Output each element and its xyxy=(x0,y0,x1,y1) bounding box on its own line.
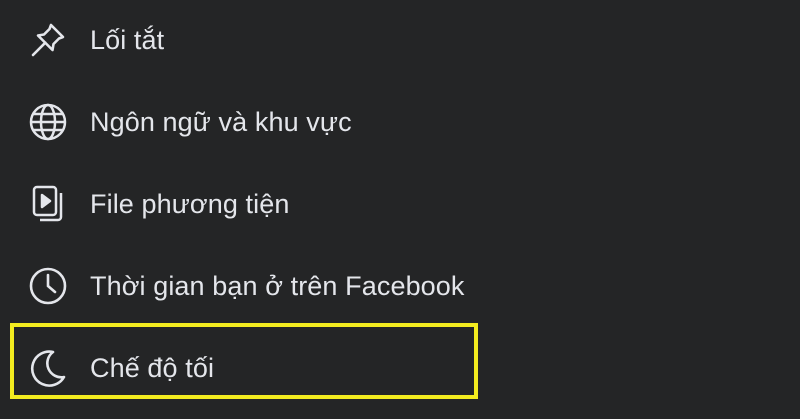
menu-item-label: File phương tiện xyxy=(90,188,290,219)
menu-item-dark-mode[interactable]: Chế độ tối xyxy=(0,327,800,409)
menu-item-media-files[interactable]: File phương tiện xyxy=(0,163,800,245)
media-file-icon xyxy=(27,183,69,225)
menu-item-language-region[interactable]: Ngôn ngữ và khu vực xyxy=(0,81,800,163)
menu-item-label: Thời gian bạn ở trên Facebook xyxy=(90,270,465,301)
clock-icon xyxy=(27,265,69,307)
menu-item-time-on-facebook[interactable]: Thời gian bạn ở trên Facebook xyxy=(0,245,800,327)
menu-item-label: Ngôn ngữ và khu vực xyxy=(90,106,352,137)
pin-icon xyxy=(27,19,69,61)
moon-icon xyxy=(27,347,69,389)
menu-item-label: Chế độ tối xyxy=(90,352,215,383)
globe-icon xyxy=(27,101,69,143)
menu-item-shortcuts[interactable]: Lối tắt xyxy=(0,0,800,81)
settings-menu: Lối tắt Ngôn ngữ và khu vực File phương … xyxy=(0,0,800,419)
menu-item-label: Lối tắt xyxy=(90,24,165,55)
